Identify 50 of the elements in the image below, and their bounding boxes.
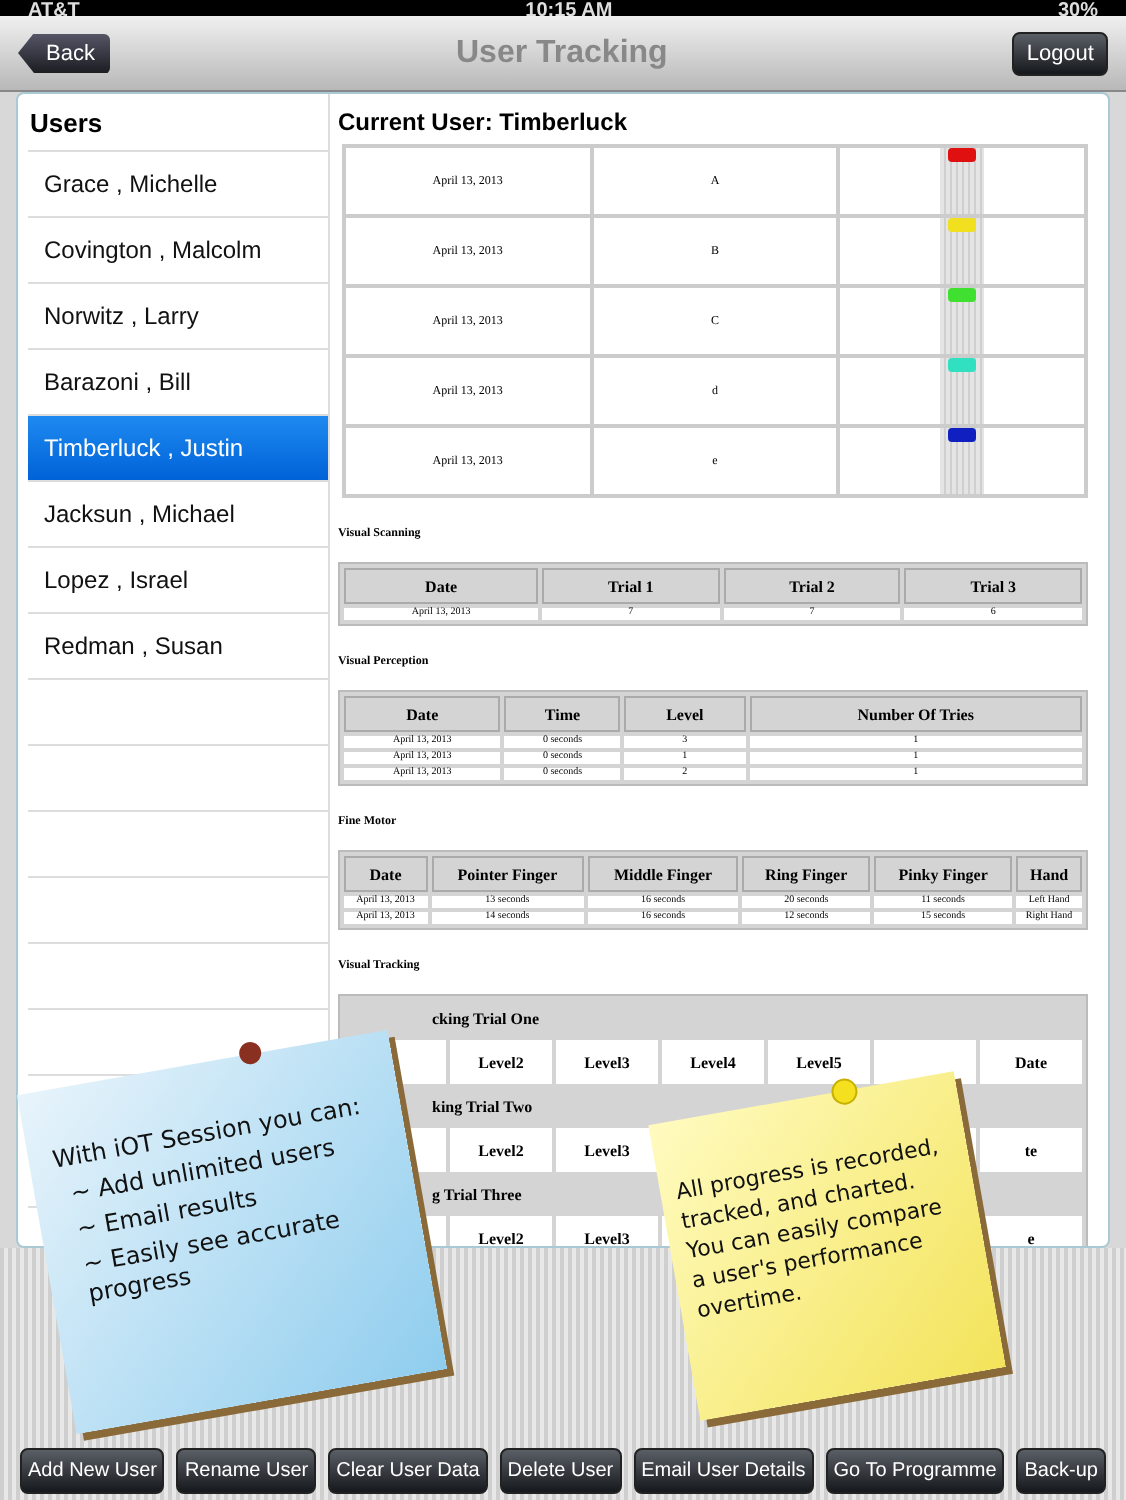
toolbar-button[interactable]: Back-up <box>1016 1448 1106 1494</box>
user-list-item[interactable]: Norwitz , Larry <box>28 284 328 350</box>
carrier-text: AT&T <box>28 2 80 16</box>
column-header: Level <box>624 696 746 732</box>
trial-title: king Trial Two <box>432 1097 533 1115</box>
trial-title: cking Trial One <box>432 1009 539 1027</box>
column-header: Level4 <box>662 1040 764 1084</box>
column-header: Level3 <box>556 1128 658 1172</box>
column-header: Trial 2 <box>723 568 901 604</box>
column-header: Level3 <box>556 1040 658 1084</box>
column-header: e <box>980 1216 1082 1246</box>
column-header: Pointer Finger <box>431 856 584 892</box>
toolbar-button[interactable]: Email User Details <box>633 1448 814 1494</box>
column-header: Level3 <box>556 1216 658 1246</box>
column-header: Trial 1 <box>542 568 720 604</box>
column-header: Date <box>344 568 539 604</box>
column-header: Date <box>980 1040 1082 1084</box>
column-header: Pinky Finger <box>874 856 1013 892</box>
column-header: Level5 <box>768 1040 870 1084</box>
column-header: Hand <box>1016 856 1082 892</box>
column-header: Time <box>504 696 621 732</box>
column-header: Level2 <box>450 1216 552 1246</box>
user-list-item[interactable]: Redman , Susan <box>28 614 328 680</box>
user-list-item[interactable]: Grace , Michelle <box>28 152 328 218</box>
column-header: Level2 <box>450 1040 552 1084</box>
battery-text: 30% <box>1057 2 1098 16</box>
column-header: Trial 3 <box>904 568 1082 604</box>
column-header: te <box>980 1128 1082 1172</box>
user-list-item[interactable]: Covington , Malcolm <box>28 218 328 284</box>
column-header: Date <box>344 856 428 892</box>
logout-button[interactable]: Logout <box>1012 31 1108 75</box>
toolbar-button[interactable]: Rename User <box>176 1448 317 1494</box>
toolbar-button[interactable]: Delete User <box>499 1448 622 1494</box>
column-header: Ring Finger <box>742 856 871 892</box>
users-heading: Users <box>28 106 105 142</box>
user-list-item[interactable]: Timberluck , Justin <box>28 416 328 482</box>
user-list-item[interactable]: Lopez , Israel <box>28 548 328 614</box>
user-list-item[interactable]: Jacksun , Michael <box>28 482 328 548</box>
toolbar-button[interactable]: Add New User <box>20 1448 165 1494</box>
back-button[interactable]: Back <box>18 33 111 73</box>
column-header: Level2 <box>450 1128 552 1172</box>
column-header: Number Of Tries <box>749 696 1082 732</box>
current-user-heading: Current User: Timberluck <box>338 106 629 140</box>
toolbar-button[interactable]: Clear User Data <box>328 1448 488 1494</box>
screen-title: User Tracking <box>455 35 668 71</box>
column-header: Date <box>344 696 501 732</box>
time-text: 10:15 AM <box>525 2 613 16</box>
toolbar-button[interactable]: Go To Programme <box>825 1448 1005 1494</box>
trial-title: g Trial Three <box>432 1185 522 1203</box>
column-header: Middle Finger <box>587 856 739 892</box>
